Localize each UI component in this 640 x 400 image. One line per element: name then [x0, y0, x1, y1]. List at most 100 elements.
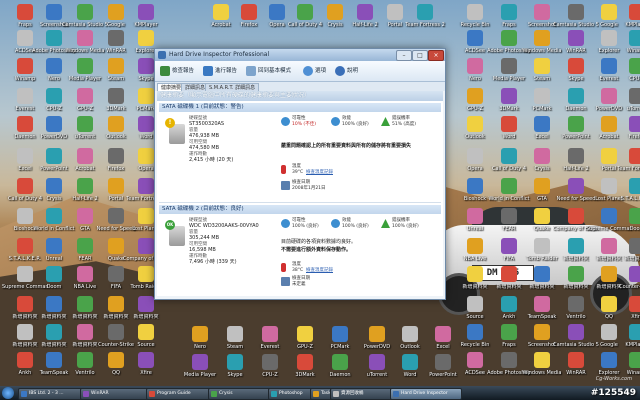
- progress-report-button[interactable]: 進行報告: [201, 64, 237, 78]
- drive-free-space: 474,580 MB: [189, 145, 220, 151]
- taskbar-button[interactable]: Hard Drive Inspector: [390, 388, 462, 400]
- app-icon: [138, 266, 154, 282]
- temperature-log-link[interactable]: 檢查溫度記錄: [306, 170, 333, 175]
- app-icon: [332, 354, 348, 370]
- start-button[interactable]: [2, 387, 14, 399]
- desktop-icon-label: KMPlayer: [625, 342, 640, 348]
- minimize-button[interactable]: –: [396, 50, 412, 61]
- drive-1-header: SATA 磁碟機 1 (目前狀態：警告): [159, 103, 441, 112]
- desktop-icon-label: 新增資料夾: [133, 314, 159, 320]
- desktop-icon[interactable]: PowerPoint: [420, 354, 466, 386]
- app-icon: [108, 116, 124, 132]
- drive-message-2: 不需要進行額外資料保存動作。: [281, 247, 352, 253]
- close-button[interactable]: ×: [428, 50, 444, 61]
- taskbar-button[interactable]: 資源回收桶: [330, 388, 398, 400]
- taskbar-button[interactable]: WinRAR: [80, 388, 154, 400]
- app-icon: [501, 296, 517, 312]
- app-icon: [387, 4, 403, 20]
- app-icon: [77, 296, 93, 312]
- title-bar[interactable]: Hard Drive Inspector Professional – □ ×: [155, 49, 445, 61]
- desktop-icon[interactable]: Xfire: [123, 352, 169, 386]
- app-icon: [327, 4, 343, 20]
- post-watermark: #125549: [590, 388, 636, 398]
- desktop-icon-label: Team Fortress 2: [617, 166, 640, 172]
- app-icon: [467, 30, 483, 46]
- app-icon: [77, 4, 93, 20]
- report-icon: [160, 66, 170, 76]
- drive-capacity: 476,938 MB: [189, 133, 220, 139]
- drive-hours: 7,496 小時 (339 天): [189, 259, 237, 265]
- app-icon: [467, 352, 483, 368]
- app-icon: [192, 326, 208, 342]
- app-icon: [108, 296, 124, 312]
- app-icon: [568, 238, 584, 254]
- app-icon: [46, 324, 62, 340]
- desktop-icon[interactable]: Team Fortress 2: [402, 4, 448, 46]
- app-icon: [108, 4, 124, 20]
- performance-icon: [331, 117, 340, 126]
- help-button[interactable]: 說明: [333, 64, 358, 78]
- failure-icon: [381, 117, 390, 126]
- check-report-button[interactable]: 檢查報告: [158, 64, 194, 78]
- temperature-log-link[interactable]: 檢查溫度記錄: [306, 268, 333, 273]
- app-icon: [534, 58, 550, 74]
- warning-icon: !: [165, 118, 175, 128]
- app-icon: [435, 326, 451, 342]
- app-icon: [77, 266, 93, 282]
- desktop-icon-label: Doom: [629, 226, 640, 232]
- app-icon: [629, 4, 640, 20]
- app-icon: [138, 208, 154, 224]
- app-icon: [108, 208, 124, 224]
- app-icon: [262, 326, 278, 342]
- app-icon: [46, 296, 62, 312]
- app-icon: [629, 208, 640, 224]
- drive-info: 硬碟型號 WDC WD3200AAKS-00VYA0 容量 305,244 MB…: [189, 218, 277, 266]
- taskbar-button[interactable]: Crysis: [208, 388, 276, 400]
- app-icon: [402, 326, 418, 342]
- app-icon: [629, 148, 640, 164]
- app-icon: [501, 208, 517, 224]
- app-icon: [138, 238, 154, 254]
- app-icon: [138, 148, 154, 164]
- app-icon: [534, 178, 550, 194]
- desktop-icon-label: Team Fortress 2: [405, 22, 445, 28]
- task-icon: [313, 391, 319, 397]
- app-icon: [629, 352, 640, 368]
- taskbar-button[interactable]: IBS Ltd. 2 - 3 ...: [18, 388, 88, 400]
- app-icon: [534, 266, 550, 282]
- desktop-icon-label: uTorrent: [626, 106, 640, 112]
- app-icon: [534, 352, 550, 368]
- thermometer-icon: [281, 263, 286, 272]
- app-icon: [357, 4, 373, 20]
- drive-2-panel: OK 硬碟型號 WDC WD3200AAKS-00VYA0 容量 305,244…: [159, 214, 441, 296]
- app-icon: [534, 30, 550, 46]
- failure-icon: [381, 219, 390, 228]
- desktop-icon-label: KMPlayer: [134, 22, 158, 28]
- maximize-button[interactable]: □: [412, 50, 428, 61]
- app-icon: [467, 266, 483, 282]
- desktop-icon-label: Excel: [436, 344, 450, 350]
- app-icon: [629, 178, 640, 194]
- app-icon: [435, 354, 451, 370]
- calendar-icon: [281, 181, 290, 190]
- mode-icon: [246, 66, 256, 76]
- app-icon: [77, 116, 93, 132]
- app-icon: [467, 116, 483, 132]
- desktop-icon-label: PowerPoint: [429, 372, 457, 378]
- app-icon: [568, 58, 584, 74]
- options-button[interactable]: 選項: [301, 64, 326, 78]
- app-icon: [417, 4, 433, 20]
- drive-info: 硬碟型號 ST3500320AS 容量 476,938 MB 可用空間 474,…: [189, 116, 277, 164]
- basic-mode-button[interactable]: 回到基本模式: [244, 64, 291, 78]
- app-icon: [77, 58, 93, 74]
- taskbar-button[interactable]: Program Guide: [146, 388, 216, 400]
- app-icon: [534, 208, 550, 224]
- app-icon: [568, 30, 584, 46]
- hard-drive-inspector-window[interactable]: Hard Drive Inspector Professional – □ × …: [154, 48, 446, 300]
- app-icon: [534, 4, 550, 20]
- drive-1-panel: ! 硬碟型號 ST3500320AS 容量 476,938 MB 可用空間 47…: [159, 112, 441, 203]
- app-icon: [629, 296, 640, 312]
- app-icon: [77, 324, 93, 340]
- app-icon: [77, 178, 93, 194]
- app-icon: [534, 296, 550, 312]
